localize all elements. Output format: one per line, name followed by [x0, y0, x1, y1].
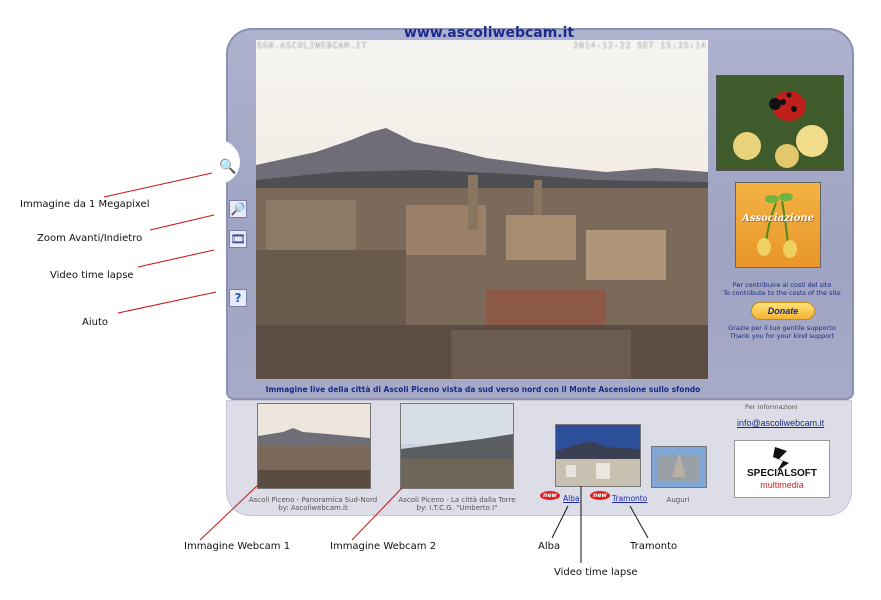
alba-link[interactable]: Alba	[563, 494, 580, 503]
webcam1-thumbnail[interactable]	[257, 403, 371, 489]
contribute-it: Per contribuire ai costi del sito	[732, 281, 832, 289]
thanks-en: Thank you for your kind support	[729, 332, 835, 340]
donate-button[interactable]: Donate	[751, 302, 815, 320]
annotation-video-bottom: Video time lapse	[554, 567, 638, 578]
new-badge-tramonto: new	[590, 491, 610, 500]
annotation-video: Video time lapse	[50, 270, 134, 281]
thanks-it: Grazie per il tuo gentile supporto	[728, 324, 836, 332]
info-label: Per Informazioni	[745, 403, 798, 411]
webcam1-credit: by: Ascoliwebcam.it	[278, 504, 348, 512]
auguri-thumbnail[interactable]	[651, 446, 707, 488]
zoom-icon[interactable]: 🔎	[229, 200, 247, 218]
magnifier-icon[interactable]: 🔍	[219, 158, 237, 176]
annotation-help: Aiuto	[82, 317, 108, 328]
annotation-tramonto: Tramonto	[630, 541, 678, 552]
annotation-megapixel: Immagine da 1 Megapixel	[20, 199, 150, 210]
specialsoft-brand: SPECIALSOFT	[746, 468, 817, 479]
auguri-label: Auguri	[666, 496, 690, 504]
ladybug-image	[716, 75, 844, 171]
webcam-scene	[256, 40, 708, 379]
webcam-image[interactable]: SGN.ASCOLIWEBCAM.IT 2014-12-22 SET 15:35…	[256, 40, 708, 379]
annotation-alba: Alba	[538, 541, 561, 552]
webcam2-credit: by: I.T.C.G. "Umberto I"	[416, 504, 498, 512]
annotation-zoom: Zoom Avanti/Indietro	[37, 233, 143, 244]
new-badge-alba: new	[540, 491, 560, 500]
specialsoft-sub: multimedia	[760, 480, 804, 490]
association-label: Associazione	[742, 213, 814, 224]
video-thumbnail[interactable]	[555, 424, 641, 487]
specialsoft-logo[interactable]: SPECIALSOFT multimedia	[734, 440, 830, 498]
webcam-time-stamp: 2014-12-22 SET 15:35:14	[573, 41, 707, 50]
webcam-caption: Immagine live della città di Ascoli Pice…	[265, 385, 701, 394]
webcam-site-stamp: SGN.ASCOLIWEBCAM.IT	[257, 41, 368, 50]
webcam2-thumbnail[interactable]	[400, 403, 514, 489]
site-title[interactable]: www.ascoliwebcam.it	[404, 25, 574, 41]
info-email-link[interactable]: info@ascoliwebcam.it	[737, 418, 824, 428]
help-icon[interactable]: ?	[229, 289, 247, 307]
video-icon[interactable]: 🎞	[229, 230, 247, 248]
tramonto-link[interactable]: Tramonto	[612, 494, 647, 503]
association-banner[interactable]: Associazione	[735, 182, 821, 268]
contribute-en: To contribute to the costs of the site	[723, 289, 841, 297]
annotation-webcam2: Immagine Webcam 2	[330, 541, 437, 552]
annotation-webcam1: Immagine Webcam 1	[184, 541, 291, 552]
